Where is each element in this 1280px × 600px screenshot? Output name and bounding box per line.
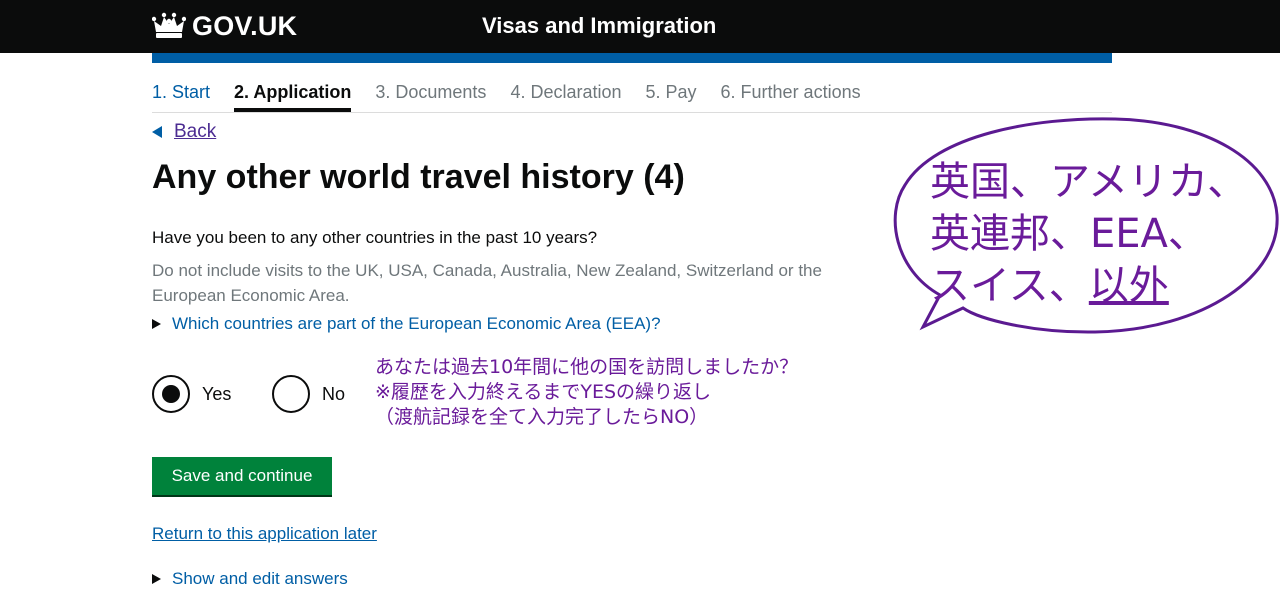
radio-yes[interactable]: Yes [152, 375, 231, 413]
bubble-line-2: 英連邦、EEA、 [930, 211, 1208, 257]
return-later-link[interactable]: Return to this application later [152, 524, 377, 544]
radio-no-label[interactable]: No [322, 384, 345, 405]
step-application: 2. Application [234, 80, 352, 112]
radio-yes-label[interactable]: Yes [202, 384, 231, 405]
header-blue-bar [152, 53, 1112, 63]
eea-details-label: Which countries are part of the European… [172, 314, 661, 333]
step-pay: 5. Pay [645, 82, 697, 102]
show-answers-label: Show and edit answers [172, 569, 348, 588]
bubble-line-3-prefix: スイス、 [930, 263, 1089, 309]
triangle-right-icon [152, 574, 161, 584]
back-link[interactable]: Back [152, 121, 216, 143]
bubble-line-3-underlined: 以外 [1088, 263, 1169, 309]
service-name[interactable]: Visas and Immigration [482, 13, 716, 39]
show-answers-toggle[interactable]: Show and edit answers [152, 569, 348, 589]
progress-steps: 1. Start 2. Application 3. Documents 4. … [152, 80, 1112, 113]
save-and-continue-button[interactable]: Save and continue [152, 457, 332, 495]
back-label: Back [174, 121, 217, 142]
question-hint: Do not include visits to the UK, USA, Ca… [152, 261, 822, 305]
step-start[interactable]: 1. Start [152, 80, 210, 112]
back-arrow-icon [152, 126, 162, 138]
site-header: GOV.UK Visas and Immigration [0, 0, 1280, 53]
eea-details-toggle[interactable]: Which countries are part of the European… [152, 314, 661, 334]
radio-no-circle[interactable] [272, 375, 310, 413]
triangle-right-icon [152, 319, 161, 329]
question-label: Have you been to any other countries in … [152, 228, 598, 247]
annotation-line-3: （渡航記録を全て入力完了したらNO） [375, 406, 709, 428]
radio-no[interactable]: No [272, 375, 345, 413]
logo-text: GOV.UK [192, 10, 298, 41]
annotation-note: あなたは過去10年間に他の国を訪問しましたか？ ※履歴を入力終えるまでYESの繰… [375, 355, 798, 430]
page-title: Any other world travel history (4) [152, 158, 685, 196]
govuk-logo[interactable]: GOV.UK [152, 11, 297, 41]
step-further-actions: 6. Further actions [720, 82, 861, 102]
radio-yes-circle[interactable] [152, 375, 190, 413]
crown-icon [152, 12, 186, 38]
step-documents: 3. Documents [375, 82, 487, 102]
bubble-line-1: 英国、アメリカ、 [930, 159, 1248, 205]
annotation-line-1: あなたは過去10年間に他の国を訪問しましたか？ [375, 356, 799, 378]
speech-bubble-text: 英国、アメリカ、 英連邦、EEA、 スイス、以外 [930, 156, 1247, 312]
bubble-line-3: スイス、以外 [930, 260, 1247, 312]
annotation-line-2: ※履歴を入力終えるまでYESの繰り返し [375, 381, 712, 403]
radio-selected-dot [162, 385, 180, 403]
step-declaration: 4. Declaration [510, 82, 622, 102]
